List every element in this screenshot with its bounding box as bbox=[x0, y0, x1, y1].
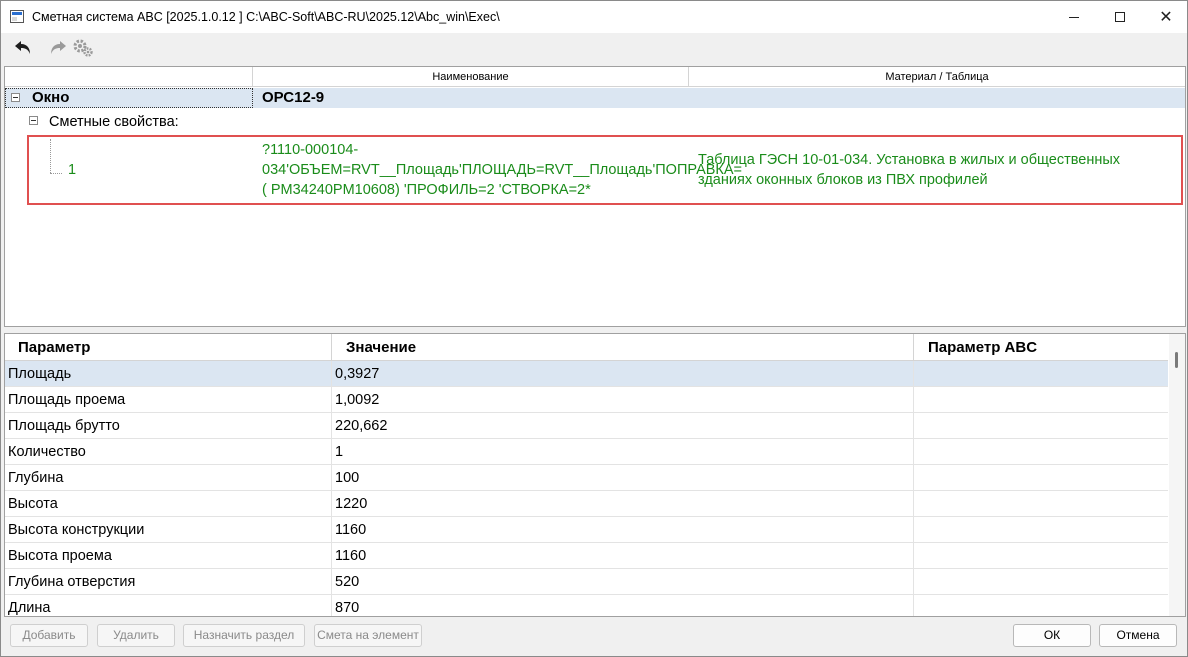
tree-node-root-name[interactable]: Окно bbox=[32, 89, 69, 106]
column-header-abc-parameter[interactable]: Параметр ABC bbox=[914, 334, 1168, 361]
window-title: Сметная система ABC [2025.1.0.12 ] C:\AB… bbox=[32, 10, 500, 24]
add-button[interactable]: Добавить bbox=[10, 624, 88, 647]
table-row[interactable]: Количество 1 bbox=[5, 439, 1168, 465]
parameters-grid[interactable]: Параметр Значение Параметр ABC Площадь 0… bbox=[4, 333, 1186, 617]
table-row[interactable]: Площадь 0,3927 bbox=[5, 361, 1168, 387]
collapse-icon[interactable] bbox=[29, 116, 38, 125]
minimize-button[interactable] bbox=[1051, 1, 1097, 33]
tree-node-root-value[interactable]: ОРС12-9 bbox=[262, 89, 324, 106]
tree-connector bbox=[50, 173, 62, 174]
param-abc[interactable] bbox=[914, 465, 1168, 491]
scrollbar-thumb[interactable] bbox=[1175, 352, 1178, 368]
table-row[interactable]: Площадь брутто 220,662 bbox=[5, 413, 1168, 439]
param-name: Высота конструкции bbox=[5, 517, 332, 543]
param-value[interactable]: 1220 bbox=[332, 491, 914, 517]
param-value[interactable]: 100 bbox=[332, 465, 914, 491]
ok-button[interactable]: ОК bbox=[1013, 624, 1091, 647]
table-row[interactable]: Глубина 100 bbox=[5, 465, 1168, 491]
param-name: Глубина отверстия bbox=[5, 569, 332, 595]
params-header: Параметр Значение Параметр ABC bbox=[5, 334, 1168, 361]
app-icon bbox=[10, 10, 24, 23]
maximize-button[interactable] bbox=[1097, 1, 1143, 33]
param-name: Высота bbox=[5, 491, 332, 517]
close-icon: ✕ bbox=[1159, 9, 1173, 26]
button-bar: Добавить Удалить Назначить раздел Смета … bbox=[1, 618, 1187, 656]
table-row[interactable]: Площадь проема 1,0092 bbox=[5, 387, 1168, 413]
undo-arrow-icon bbox=[15, 41, 30, 54]
param-value[interactable]: 870 bbox=[332, 595, 914, 616]
param-value[interactable]: 0,3927 bbox=[332, 361, 914, 387]
table-row[interactable]: Высота проема 1160 bbox=[5, 543, 1168, 569]
title-bar: Сметная система ABC [2025.1.0.12 ] C:\AB… bbox=[1, 1, 1187, 33]
param-name: Высота проема bbox=[5, 543, 332, 569]
param-value[interactable]: 1160 bbox=[332, 543, 914, 569]
param-name: Количество bbox=[5, 439, 332, 465]
param-name: Площадь bbox=[5, 361, 332, 387]
param-abc[interactable] bbox=[914, 413, 1168, 439]
tree-column-header-material[interactable]: Материал / Таблица bbox=[689, 67, 1185, 87]
tree-item-code[interactable]: ?1110-000104-034'ОБЪЕМ=RVT__Площадь'ПЛОЩ… bbox=[262, 140, 742, 200]
tree-header: Наименование Материал / Таблица bbox=[5, 67, 1185, 87]
param-abc[interactable] bbox=[914, 387, 1168, 413]
param-abc[interactable] bbox=[914, 543, 1168, 569]
column-header-value[interactable]: Значение bbox=[332, 334, 914, 361]
settings-button[interactable] bbox=[72, 37, 94, 59]
table-row[interactable]: Глубина отверстия 520 bbox=[5, 569, 1168, 595]
maximize-icon bbox=[1115, 12, 1125, 22]
param-name: Площадь проема bbox=[5, 387, 332, 413]
estimate-tree[interactable]: Наименование Материал / Таблица Окно ОРС… bbox=[4, 66, 1186, 327]
close-button[interactable]: ✕ bbox=[1143, 1, 1188, 33]
param-value[interactable]: 220,662 bbox=[332, 413, 914, 439]
param-abc[interactable] bbox=[914, 439, 1168, 465]
table-row[interactable]: Высота конструкции 1160 bbox=[5, 517, 1168, 543]
param-value[interactable]: 1160 bbox=[332, 517, 914, 543]
tree-item-table[interactable]: Таблица ГЭСН 10-01-034. Установка в жилы… bbox=[698, 150, 1168, 190]
redo-arrow-icon bbox=[51, 41, 66, 54]
column-header-parameter[interactable]: Параметр bbox=[5, 334, 332, 361]
minimize-icon bbox=[1069, 16, 1079, 18]
param-abc[interactable] bbox=[914, 569, 1168, 595]
undo-button[interactable] bbox=[13, 37, 35, 59]
param-abc[interactable] bbox=[914, 361, 1168, 387]
delete-button[interactable]: Удалить bbox=[97, 624, 175, 647]
toolbar bbox=[1, 33, 1187, 63]
assign-section-button[interactable]: Назначить раздел bbox=[183, 624, 305, 647]
tree-item-number[interactable]: 1 bbox=[68, 162, 76, 178]
tree-column-header-name[interactable]: Наименование bbox=[253, 67, 689, 87]
vertical-scrollbar[interactable] bbox=[1169, 334, 1185, 616]
collapse-icon[interactable] bbox=[11, 93, 20, 102]
param-name: Площадь брутто bbox=[5, 413, 332, 439]
gears-icon bbox=[73, 39, 93, 57]
redo-button[interactable] bbox=[46, 37, 68, 59]
table-row[interactable]: Длина 870 bbox=[5, 595, 1168, 616]
param-value[interactable]: 1,0092 bbox=[332, 387, 914, 413]
tree-column-header[interactable] bbox=[5, 67, 253, 87]
param-value[interactable]: 1 bbox=[332, 439, 914, 465]
estimate-window: Сметная система ABC [2025.1.0.12 ] C:\AB… bbox=[0, 0, 1188, 657]
param-name: Глубина bbox=[5, 465, 332, 491]
tree-node-estimate-properties[interactable]: Сметные свойства: bbox=[49, 114, 179, 130]
param-abc[interactable] bbox=[914, 491, 1168, 517]
tree-connector bbox=[50, 139, 51, 173]
param-abc[interactable] bbox=[914, 517, 1168, 543]
estimate-element-button[interactable]: Смета на элемент bbox=[314, 624, 422, 647]
param-name: Длина bbox=[5, 595, 332, 616]
param-value[interactable]: 520 bbox=[332, 569, 914, 595]
table-row[interactable]: Высота 1220 bbox=[5, 491, 1168, 517]
param-abc[interactable] bbox=[914, 595, 1168, 616]
cancel-button[interactable]: Отмена bbox=[1099, 624, 1177, 647]
